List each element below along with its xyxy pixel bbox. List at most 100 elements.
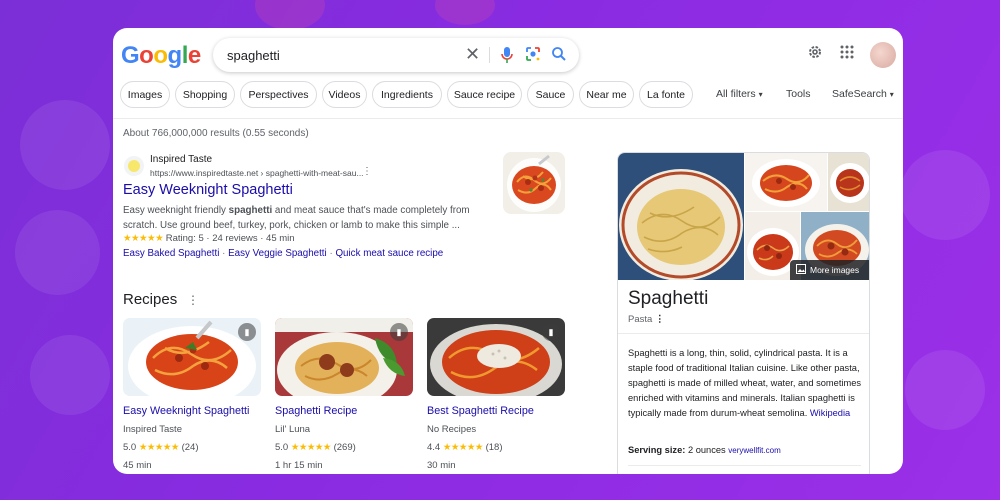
- sitelink[interactable]: Easy Baked Spaghetti: [123, 248, 219, 259]
- chip-perspectives[interactable]: Perspectives: [240, 81, 317, 108]
- recipe-rating: 4.4 ★★★★★ (18): [427, 442, 565, 453]
- search-divider: [489, 47, 490, 63]
- tools-button[interactable]: Tools: [786, 88, 811, 100]
- bookmark-icon[interactable]: ▮: [542, 323, 560, 341]
- search-box[interactable]: ✕: [213, 38, 579, 72]
- more-options-icon[interactable]: ⋮: [362, 166, 372, 177]
- star-rating-icon: ★★★★★: [138, 442, 180, 453]
- chip-ingredients[interactable]: Ingredients: [372, 81, 442, 108]
- search-input[interactable]: [227, 47, 447, 63]
- sitelink[interactable]: Easy Veggie Spaghetti: [228, 248, 327, 259]
- rating-count: (269): [333, 442, 356, 453]
- serving-source-link[interactable]: verywellfit.com: [728, 446, 780, 455]
- kp-subtitle-text: Pasta: [628, 314, 653, 325]
- avatar[interactable]: [870, 42, 896, 68]
- all-filters-button[interactable]: All filters ▾: [716, 88, 763, 100]
- background-circle: [30, 335, 110, 415]
- kp-serving-size: Serving size: 2 ounces verywellfit.com: [628, 445, 781, 455]
- lens-icon[interactable]: [525, 46, 541, 67]
- snippet-text: Easy weeknight friendly: [123, 205, 229, 216]
- recipe-title[interactable]: Spaghetti Recipe: [275, 405, 413, 417]
- sitelinks: Easy Baked Spaghetti · Easy Veggie Spagh…: [123, 248, 443, 259]
- kp-subtitle: Pasta ⋮: [628, 314, 664, 325]
- recipe-title[interactable]: Easy Weeknight Spaghetti: [123, 405, 261, 417]
- recipe-time: 30 min: [427, 460, 456, 471]
- microphone-icon[interactable]: [500, 46, 514, 69]
- recipe-card[interactable]: ▮ Best Spaghetti Recipe No Recipes 4.4 ★…: [427, 318, 565, 471]
- image-icon: [796, 264, 806, 276]
- safesearch-button[interactable]: SafeSearch ▾: [832, 88, 894, 100]
- divider: [628, 465, 861, 466]
- site-url[interactable]: https://www.inspiredtaste.net › spaghett…: [150, 168, 364, 178]
- background-circle: [20, 100, 110, 190]
- chip-near-me[interactable]: Near me: [579, 81, 634, 108]
- background-circle: [900, 150, 990, 240]
- chip-images[interactable]: Images: [120, 81, 170, 108]
- background-circle: [905, 350, 985, 430]
- site-name[interactable]: Inspired Taste: [150, 154, 212, 165]
- recipe-image[interactable]: ▮: [427, 318, 565, 396]
- gear-icon[interactable]: [807, 44, 823, 65]
- more-images-button[interactable]: More images: [790, 260, 869, 280]
- browser-window: Google ✕ Images Shopping Perspectives Vi…: [113, 28, 903, 474]
- all-filters-label: All filters: [716, 88, 756, 100]
- rating-score: 4.4: [427, 442, 441, 453]
- search-icon[interactable]: [551, 46, 567, 67]
- google-logo[interactable]: Google: [121, 42, 201, 70]
- background-circle: [435, 0, 495, 25]
- star-rating-icon: ★★★★★: [442, 442, 484, 453]
- background-circle: [255, 0, 325, 30]
- result-snippet: Easy weeknight friendly spaghetti and me…: [123, 203, 483, 233]
- recipe-card[interactable]: ▮ Spaghetti Recipe Lil' Luna 5.0 ★★★★★ (…: [275, 318, 413, 471]
- recipe-card[interactable]: ▮ Easy Weeknight Spaghetti Inspired Tast…: [123, 318, 261, 471]
- recipe-rating: 5.0 ★★★★★ (269): [275, 442, 413, 453]
- recipe-time: 1 hr 15 min: [275, 460, 323, 471]
- close-icon[interactable]: ✕: [465, 45, 480, 63]
- divider: [618, 333, 869, 334]
- more-options-icon[interactable]: ⋮: [655, 314, 665, 325]
- site-favicon[interactable]: [124, 156, 144, 176]
- chip-sauce-recipe[interactable]: Sauce recipe: [447, 81, 522, 108]
- results-stats: About 766,000,000 results (0.55 seconds): [123, 128, 309, 139]
- kp-description: Spaghetti is a long, thin, solid, cylind…: [628, 346, 863, 421]
- kp-thumb-image[interactable]: [745, 153, 827, 211]
- more-options-icon[interactable]: ⋮: [187, 293, 199, 307]
- snippet-highlight: spaghetti: [228, 205, 273, 216]
- more-images-label: More images: [810, 265, 860, 275]
- recipe-source: Inspired Taste: [123, 424, 182, 435]
- background-circle: [15, 210, 100, 295]
- sitelink[interactable]: Quick meat sauce recipe: [335, 248, 443, 259]
- bookmark-icon[interactable]: ▮: [390, 323, 408, 341]
- chevron-down-icon: ▾: [758, 90, 763, 99]
- chip-sauce[interactable]: Sauce: [527, 81, 574, 108]
- kp-thumb-image[interactable]: [828, 153, 869, 211]
- chevron-down-icon: ▾: [889, 90, 894, 99]
- star-rating-icon: ★★★★★: [290, 442, 332, 453]
- recipe-title[interactable]: Best Spaghetti Recipe: [427, 405, 565, 417]
- result-title[interactable]: Easy Weeknight Spaghetti: [123, 182, 293, 198]
- rating-score: 5.0: [123, 442, 137, 453]
- chip-videos[interactable]: Videos: [322, 81, 367, 108]
- serving-label: Serving size:: [628, 445, 686, 455]
- recipe-source: No Recipes: [427, 424, 477, 435]
- rating-count: (18): [485, 442, 503, 453]
- wikipedia-link[interactable]: Wikipedia: [810, 408, 850, 418]
- recipe-rating: 5.0 ★★★★★ (24): [123, 442, 261, 453]
- safesearch-label: SafeSearch: [832, 88, 887, 100]
- recipe-source: Lil' Luna: [275, 424, 311, 435]
- rating-count: (24): [181, 442, 199, 453]
- chip-shopping[interactable]: Shopping: [175, 81, 235, 108]
- rating-score: 5.0: [275, 442, 289, 453]
- header-divider: [113, 118, 903, 119]
- recipes-heading: Recipes: [123, 291, 178, 308]
- recipe-image[interactable]: ▮: [275, 318, 413, 396]
- knowledge-panel: More images Spaghetti Pasta ⋮ Spaghetti …: [617, 152, 870, 474]
- chip-la-fonte[interactable]: La fonte: [639, 81, 693, 108]
- sitelink-separator: ·: [219, 248, 229, 259]
- bookmark-icon[interactable]: ▮: [238, 323, 256, 341]
- result-thumbnail[interactable]: [503, 152, 565, 214]
- recipe-image[interactable]: ▮: [123, 318, 261, 396]
- kp-main-image[interactable]: [618, 153, 744, 280]
- apps-grid-icon[interactable]: [840, 44, 854, 64]
- star-rating-icon: ★★★★★: [123, 233, 164, 244]
